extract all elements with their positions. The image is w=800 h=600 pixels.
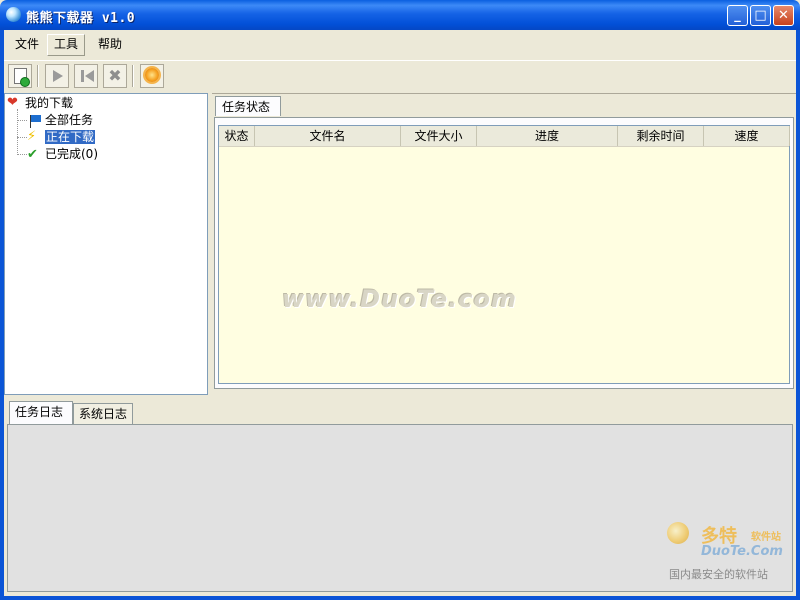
play-icon bbox=[53, 70, 63, 82]
new-task-icon bbox=[14, 68, 30, 87]
tree-item-all-tasks[interactable]: 全部任务 bbox=[27, 112, 93, 128]
brand-tagline: 国内最安全的软件站 bbox=[669, 568, 768, 581]
tree-item-label: 全部任务 bbox=[45, 113, 94, 127]
title-bar[interactable]: 熊熊下载器 v1.0 _ □ ✕ bbox=[0, 0, 800, 30]
heart-icon bbox=[7, 95, 23, 111]
settings-icon bbox=[145, 68, 159, 82]
toolbar-separator bbox=[37, 65, 39, 87]
tree-item-label: 正在下载 bbox=[45, 130, 96, 144]
tree-item-completed[interactable]: 已完成(0) bbox=[27, 146, 98, 163]
stop-button[interactable] bbox=[74, 64, 98, 88]
watermark: www.DuoTe.com bbox=[282, 285, 517, 313]
column-header-filename[interactable]: 文件名 bbox=[255, 126, 401, 146]
tree-item-label: 我的下载 bbox=[25, 96, 74, 110]
brand-domain: DuoTe.Com bbox=[701, 544, 783, 559]
task-panel: 任务状态 状态 文件名 文件大小 进度 剩余时间 速度 bbox=[212, 93, 796, 395]
minimize-button[interactable]: _ bbox=[727, 5, 748, 26]
tree-item-downloading[interactable]: 正在下载 bbox=[27, 129, 96, 145]
column-header-progress[interactable]: 进度 bbox=[477, 126, 618, 146]
mascot-icon bbox=[667, 522, 689, 544]
toolbar-separator bbox=[132, 65, 134, 87]
brand-sub: 软件站 bbox=[751, 532, 781, 543]
tree-item-my-downloads[interactable]: 我的下载 bbox=[7, 95, 73, 111]
menu-file[interactable]: 文件 bbox=[9, 34, 45, 54]
tab-system-log[interactable]: 系统日志 bbox=[73, 403, 133, 424]
tree-connector bbox=[17, 109, 18, 155]
category-tree: 我的下载 全部任务 正在下载 已完成(0) bbox=[4, 93, 208, 395]
window-border-bottom bbox=[0, 596, 800, 600]
tree-connector bbox=[17, 154, 27, 155]
stop-icon bbox=[81, 70, 84, 82]
menu-help[interactable]: 帮助 bbox=[92, 34, 128, 54]
column-header-speed[interactable]: 速度 bbox=[704, 126, 790, 146]
check-icon bbox=[27, 147, 43, 163]
stop-icon-arrow bbox=[85, 70, 94, 82]
app-window: 熊熊下载器 v1.0 _ □ ✕ 文件 工具 帮助 ✖ ❤我的下载 全部任务 ⚡… bbox=[0, 0, 800, 600]
lightning-icon bbox=[27, 129, 43, 145]
tab-task-status[interactable]: 任务状态 bbox=[215, 96, 281, 116]
new-task-button[interactable] bbox=[8, 64, 32, 88]
window-border-right bbox=[796, 30, 800, 600]
brand-logo: 多特 软件站 DuoTe.Com 国内最安全的软件站 bbox=[665, 522, 795, 584]
column-header-filesize[interactable]: 文件大小 bbox=[401, 126, 477, 146]
menu-tools[interactable]: 工具 bbox=[47, 34, 86, 56]
delete-button[interactable]: ✖ bbox=[103, 64, 127, 88]
globe-icon bbox=[6, 7, 21, 22]
settings-button[interactable] bbox=[140, 64, 164, 88]
close-button[interactable]: ✕ bbox=[773, 5, 794, 26]
delete-icon: ✖ bbox=[108, 66, 122, 85]
column-header-remaining-time[interactable]: 剩余时间 bbox=[618, 126, 704, 146]
toolbar: ✖ bbox=[4, 60, 796, 94]
column-header-status[interactable]: 状态 bbox=[219, 126, 255, 146]
tree-item-label: 已完成(0) bbox=[45, 147, 98, 161]
tree-connector bbox=[17, 120, 27, 121]
menu-bar: 文件 工具 帮助 bbox=[4, 30, 796, 58]
flag-icon bbox=[27, 114, 43, 128]
task-list[interactable]: 状态 文件名 文件大小 进度 剩余时间 速度 bbox=[218, 125, 790, 384]
maximize-button[interactable]: □ bbox=[750, 5, 771, 26]
task-list-header: 状态 文件名 文件大小 进度 剩余时间 速度 bbox=[219, 126, 790, 147]
task-tab-content: 状态 文件名 文件大小 进度 剩余时间 速度 bbox=[214, 117, 794, 389]
window-title: 熊熊下载器 v1.0 bbox=[26, 11, 136, 26]
start-button[interactable] bbox=[45, 64, 69, 88]
tab-task-log[interactable]: 任务日志 bbox=[9, 401, 73, 424]
tree-connector bbox=[17, 137, 27, 138]
